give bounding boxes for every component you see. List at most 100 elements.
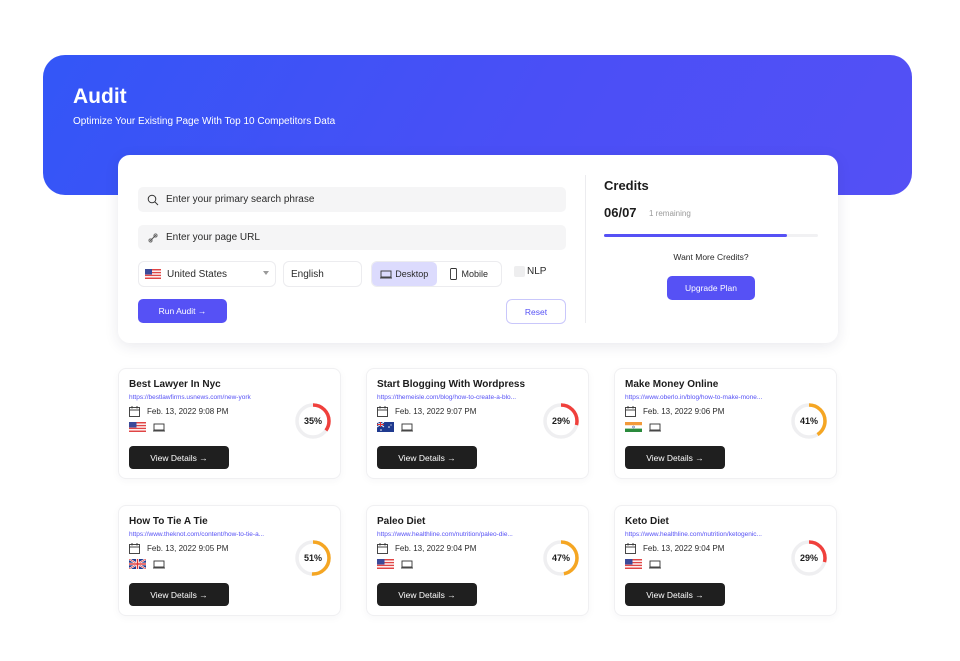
mobile-icon [450,268,458,280]
page-url-input[interactable]: Enter your page URL [138,225,566,250]
audit-card: Best Lawyer In Nyc https://bestlawfirms.… [118,368,341,479]
calendar-icon [129,543,140,554]
chevron-down-icon [263,271,269,275]
country-value: United States [167,268,228,280]
calendar-icon [377,406,388,417]
audit-title: Best Lawyer In Nyc [129,379,221,390]
url-placeholder: Enter your page URL [166,232,260,243]
nlp-label: NLP [527,266,547,277]
audit-date: Feb. 13, 2022 9:04 PM [377,543,476,554]
reset-button[interactable]: Reset [506,299,566,324]
view-details-button[interactable]: View Details → [625,446,725,469]
view-details-button[interactable]: View Details → [377,583,477,606]
score-label: 29% [551,416,570,426]
score-label: 51% [303,553,322,563]
us-flag-icon [145,269,161,279]
audit-title: Paleo Diet [377,516,426,527]
audit-meta [625,422,661,432]
search-placeholder: Enter your primary search phrase [166,194,315,205]
audit-meta [129,559,165,569]
mobile-label: Mobile [461,269,488,279]
desktop-icon [649,423,661,431]
audit-card: How To Tie A Tie https://www.theknot.com… [118,505,341,616]
device-toggle: Desktop Mobile [371,261,502,287]
search-icon [146,193,160,207]
panel-divider [585,175,586,323]
audit-url-link[interactable]: https://www.oberlo.in/blog/how-to-make-m… [625,394,762,401]
score-label: 47% [551,553,570,563]
audit-card: Paleo Diet https://www.healthline.com/nu… [366,505,589,616]
desktop-icon [401,423,413,431]
score-label: 29% [799,553,818,563]
credits-progress-bar [604,234,818,237]
score-gauge: 47% [541,538,581,578]
audit-meta [377,422,413,432]
language-value: English [291,268,324,280]
us-flag-icon [625,559,642,569]
desktop-icon [649,560,661,568]
page-subtitle: Optimize Your Existing Page With Top 10 … [73,116,336,127]
audit-date-text: Feb. 13, 2022 9:05 PM [147,544,229,553]
country-select[interactable]: United States [138,261,276,287]
audit-title: Keto Diet [625,516,669,527]
calendar-icon [625,406,636,417]
audit-card: Keto Diet https://www.healthline.com/nut… [614,505,837,616]
credits-progress-fill [604,234,788,237]
desktop-icon [153,560,165,568]
audit-date-text: Feb. 13, 2022 9:06 PM [643,407,725,416]
us-flag-icon [129,422,146,432]
link-icon [146,231,160,245]
desktop-label: Desktop [395,269,429,279]
score-gauge: 29% [789,538,829,578]
page-title: Audit [73,85,127,108]
audit-url-link[interactable]: https://www.theknot.com/content/how-to-t… [129,531,264,538]
desktop-icon [153,423,165,431]
us-flag-icon [377,559,394,569]
score-gauge: 35% [293,401,333,441]
audit-title: Make Money Online [625,379,719,390]
score-gauge: 29% [541,401,581,441]
audit-meta [625,559,661,569]
view-details-button[interactable]: View Details → [129,583,229,606]
score-label: 41% [799,416,818,426]
view-details-button[interactable]: View Details → [129,446,229,469]
calendar-icon [129,406,140,417]
audit-card: Start Blogging With Wordpress https://th… [366,368,589,479]
checkbox-box[interactable] [514,266,525,277]
audit-date-text: Feb. 13, 2022 9:04 PM [643,544,725,553]
audit-url-link[interactable]: https://www.healthline.com/nutrition/ket… [625,531,762,538]
credits-title: Credits [604,178,649,193]
upgrade-plan-button[interactable]: Upgrade Plan [667,276,755,300]
au-flag-icon [377,422,394,432]
score-label: 35% [303,416,322,426]
calendar-icon [377,543,388,554]
want-more-credits-text: Want More Credits? [673,252,749,262]
audit-url-link[interactable]: https://themeisle.com/blog/how-to-create… [377,394,516,401]
audit-meta [377,559,413,569]
audit-date: Feb. 13, 2022 9:05 PM [129,543,228,554]
audit-date-text: Feb. 13, 2022 9:08 PM [147,407,229,416]
credits-remaining: 1 remaining [649,209,691,218]
device-desktop-button[interactable]: Desktop [372,262,437,286]
audit-date-text: Feb. 13, 2022 9:07 PM [395,407,477,416]
search-phrase-input[interactable]: Enter your primary search phrase [138,187,566,212]
desktop-icon [401,560,413,568]
device-mobile-button[interactable]: Mobile [437,262,502,286]
view-details-button[interactable]: View Details → [625,583,725,606]
audit-card: Make Money Online https://www.oberlo.in/… [614,368,837,479]
nlp-checkbox[interactable]: NLP [514,266,546,277]
view-details-button[interactable]: View Details → [377,446,477,469]
audit-url-link[interactable]: https://www.healthline.com/nutrition/pal… [377,531,513,538]
gb-flag-icon [129,559,146,569]
audit-title: Start Blogging With Wordpress [377,379,526,390]
audit-url-link[interactable]: https://bestlawfirms.usnews.com/new-york [129,394,251,401]
audit-title: How To Tie A Tie [129,516,208,527]
credits-count: 06/07 [604,205,637,220]
audit-date: Feb. 13, 2022 9:08 PM [129,406,228,417]
language-select[interactable]: English [283,261,362,287]
audit-meta [129,422,165,432]
audit-date-text: Feb. 13, 2022 9:04 PM [395,544,477,553]
audit-form-panel: Enter your primary search phrase Enter y… [118,155,838,343]
in-flag-icon [625,422,642,432]
run-audit-button[interactable]: Run Audit → [138,299,227,323]
